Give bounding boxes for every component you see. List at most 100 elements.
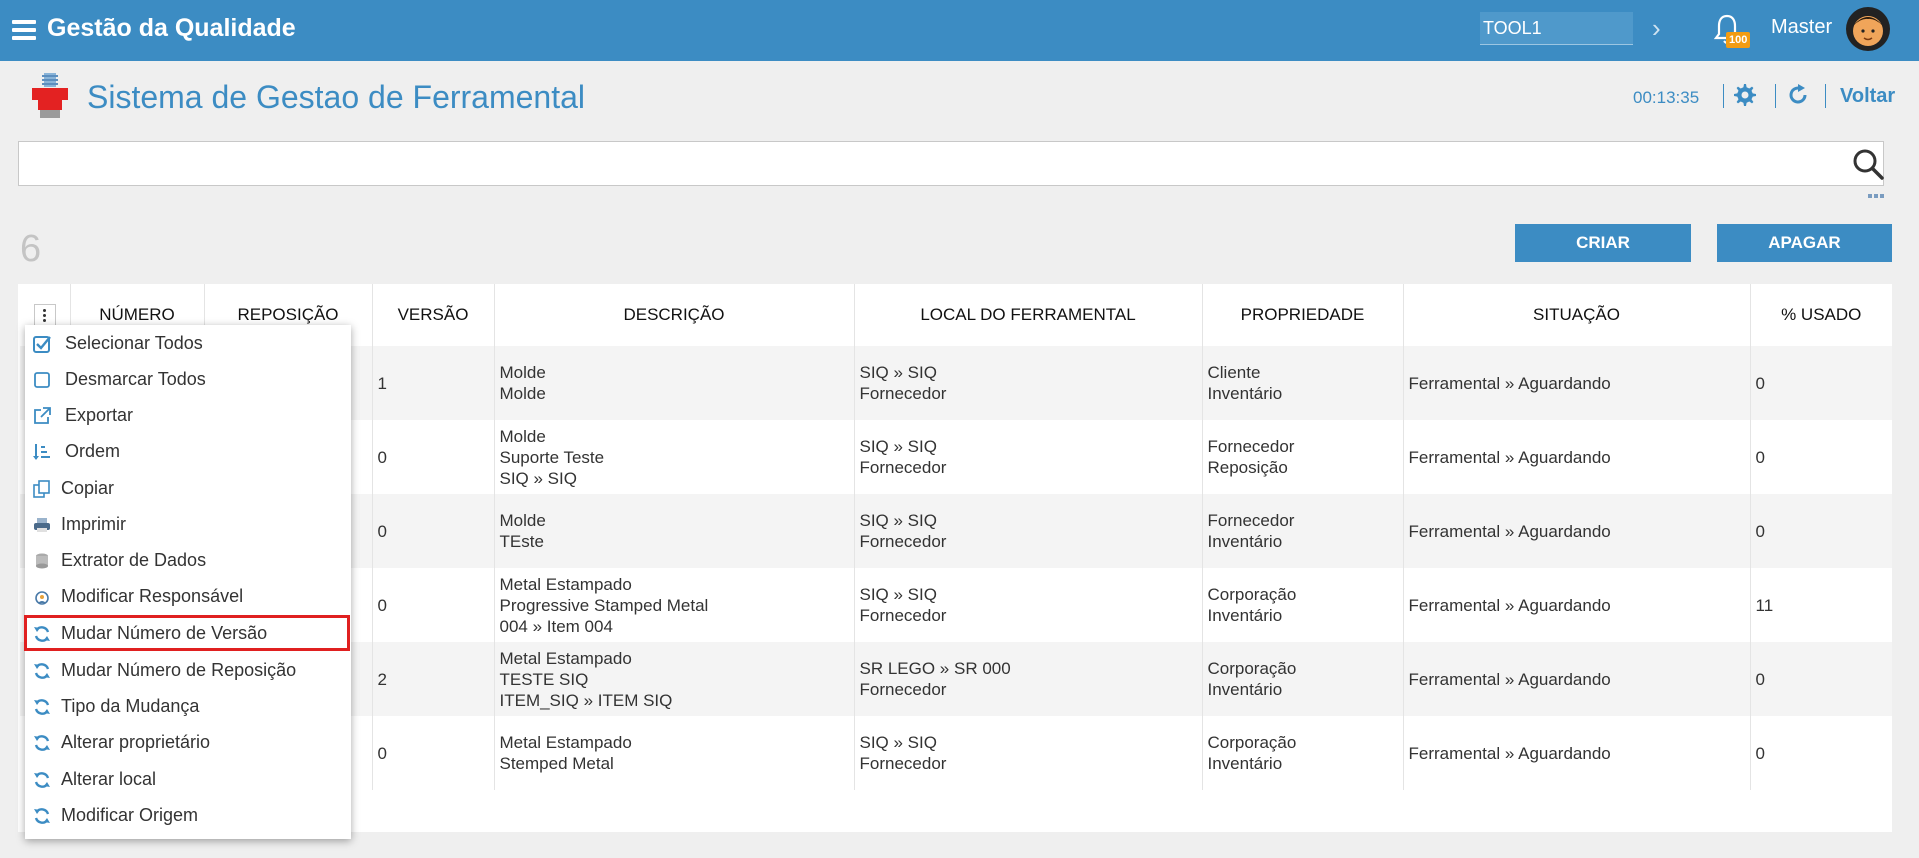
cell-line: Fornecedor xyxy=(859,384,947,403)
menu-item[interactable]: Copiar xyxy=(25,470,351,506)
refresh-icon xyxy=(31,732,53,754)
cell-line: Fornecedor xyxy=(859,606,947,625)
menu-item[interactable]: Selecionar Todos xyxy=(25,325,351,361)
context-input[interactable] xyxy=(1480,12,1633,45)
square-icon xyxy=(31,369,53,391)
more-options-icon[interactable] xyxy=(1868,194,1884,199)
cell-line: Molde xyxy=(499,363,546,382)
menu-item[interactable]: Mudar Número de Reposição xyxy=(25,652,351,688)
menu-item-label: Copiar xyxy=(61,478,115,498)
menu-item[interactable]: Ordem xyxy=(25,433,351,469)
cell-line: Stemped Metal xyxy=(499,754,614,773)
column-header[interactable]: SITUAÇÃO xyxy=(1403,284,1751,346)
sort-icon xyxy=(31,441,53,463)
menu-item[interactable]: Desmarcar Todos xyxy=(25,361,351,397)
cell-local: SIQ » SIQ Fornecedor xyxy=(854,420,1203,494)
cell-versao: 2 xyxy=(372,642,495,716)
cell-line: Molde xyxy=(499,511,546,530)
cell-line: Metal Estampado xyxy=(499,648,632,668)
cell-line: Suporte Teste xyxy=(499,447,605,467)
menu-item-label: Alterar proprietário xyxy=(61,732,211,752)
hamburger-menu-icon[interactable] xyxy=(12,20,36,40)
back-link[interactable]: Voltar xyxy=(1840,85,1895,108)
search-input[interactable] xyxy=(19,142,1835,182)
cell-descricao: Molde Suporte Teste SIQ » SIQ xyxy=(494,420,855,494)
menu-item-label: Tipo da Mudança xyxy=(61,696,200,716)
menu-item[interactable]: Extrator de Dados xyxy=(25,542,351,578)
cell-propriedade: Cliente Inventário xyxy=(1202,346,1404,420)
user-edit-icon xyxy=(31,586,53,608)
column-header[interactable]: % USADO xyxy=(1750,284,1892,346)
tool-logo-icon xyxy=(32,73,68,118)
cell-line: SIQ » SIQ xyxy=(499,468,577,488)
menu-item[interactable]: Alterar local xyxy=(25,761,351,797)
menu-item[interactable]: Imprimir xyxy=(25,506,351,542)
copy-icon xyxy=(31,478,53,500)
cell-line: Metal Estampado xyxy=(499,574,632,594)
cell-situacao: Ferramental » Aguardando xyxy=(1403,716,1751,790)
cell-line: TEste xyxy=(499,532,544,551)
kebab-menu-icon[interactable] xyxy=(33,304,56,326)
menu-item-label: Imprimir xyxy=(61,514,126,534)
avatar[interactable] xyxy=(1845,6,1891,52)
cell-line: Fornecedor xyxy=(1207,511,1295,530)
cell-versao: 0 xyxy=(372,568,495,642)
column-header[interactable]: DESCRIÇÃO xyxy=(494,284,855,346)
menu-item-label: Mudar Número de Reposição xyxy=(61,660,297,680)
cell-line: TESTE SIQ xyxy=(499,669,589,689)
cell-line: Corporação xyxy=(1207,585,1297,604)
cell-line: SR LEGO » SR 000 xyxy=(859,659,1011,678)
cell-line: Inventário xyxy=(1207,754,1283,773)
divider xyxy=(1825,84,1826,108)
cell-line: Reposição xyxy=(1207,458,1288,477)
column-header[interactable]: LOCAL DO FERRAMENTAL xyxy=(854,284,1203,346)
menu-item[interactable]: Tipo da Mudança xyxy=(25,688,351,724)
divider xyxy=(1723,84,1724,108)
cell-line: Progressive Stamped Metal xyxy=(499,595,709,615)
chevron-right-icon[interactable]: › xyxy=(1652,13,1668,43)
cell-usado: 0 xyxy=(1755,521,1765,541)
cell-line: SIQ » SIQ xyxy=(859,363,937,382)
cell-line: Corporação xyxy=(1207,733,1297,752)
cell-line: Fornecedor xyxy=(859,680,947,699)
cell-local: SIQ » SIQ Fornecedor xyxy=(854,568,1203,642)
cell-versao: 0 xyxy=(372,420,495,494)
search-field[interactable] xyxy=(18,141,1884,186)
cell-versao: 0 xyxy=(372,716,495,790)
refresh-icon xyxy=(31,623,53,645)
column-header[interactable]: PROPRIEDADE xyxy=(1202,284,1404,346)
cell-usado: 0 xyxy=(1755,743,1765,763)
cell-line: Inventário xyxy=(1207,606,1283,625)
column-header[interactable]: VERSÃO xyxy=(372,284,495,346)
cell-line: Inventário xyxy=(1207,532,1283,551)
menu-item-label: Mudar Número de Versão xyxy=(61,623,268,643)
menu-item[interactable]: Alterar proprietário xyxy=(25,724,351,760)
cell-descricao: Metal Estampado TESTE SIQ ITEM_SIQ » ITEM … xyxy=(494,642,855,716)
gear-icon[interactable] xyxy=(1733,83,1757,107)
check-square-icon xyxy=(31,333,53,355)
username[interactable]: Master xyxy=(1771,16,1832,39)
menu-item[interactable]: Modificar Responsável xyxy=(25,578,351,614)
cell-line: Inventário xyxy=(1207,680,1283,699)
cell-line: Molde xyxy=(499,426,546,446)
cell-descricao: Molde Molde xyxy=(494,346,855,420)
cell-line: SIQ » SIQ xyxy=(859,511,937,530)
cell-situacao: Ferramental » Aguardando xyxy=(1403,642,1751,716)
refresh-icon xyxy=(31,769,53,791)
cell-line: Fornecedor xyxy=(859,754,947,773)
delete-button[interactable]: APAGAR xyxy=(1717,224,1892,262)
export-icon xyxy=(31,405,53,427)
cell-line: Inventário xyxy=(1207,384,1283,403)
cell-propriedade: Corporação Inventário xyxy=(1202,642,1404,716)
top-bar: Gestão da Qualidade › 100 Master xyxy=(0,0,1919,61)
divider xyxy=(1775,84,1776,108)
cell-versao: 0 xyxy=(372,494,495,568)
menu-item[interactable]: Exportar xyxy=(25,397,351,433)
menu-item[interactable]: Mudar Número de Versão xyxy=(25,615,351,651)
create-button[interactable]: CRIAR xyxy=(1515,224,1691,262)
search-icon[interactable] xyxy=(1852,148,1884,180)
menu-item[interactable]: Modificar Origem xyxy=(25,797,351,833)
refresh-icon[interactable] xyxy=(1786,83,1810,107)
actions-dropdown-menu: Selecionar Todos Desmarcar Todos Exportar O… xyxy=(24,325,351,839)
cell-local: SIQ » SIQ Fornecedor xyxy=(854,716,1203,790)
